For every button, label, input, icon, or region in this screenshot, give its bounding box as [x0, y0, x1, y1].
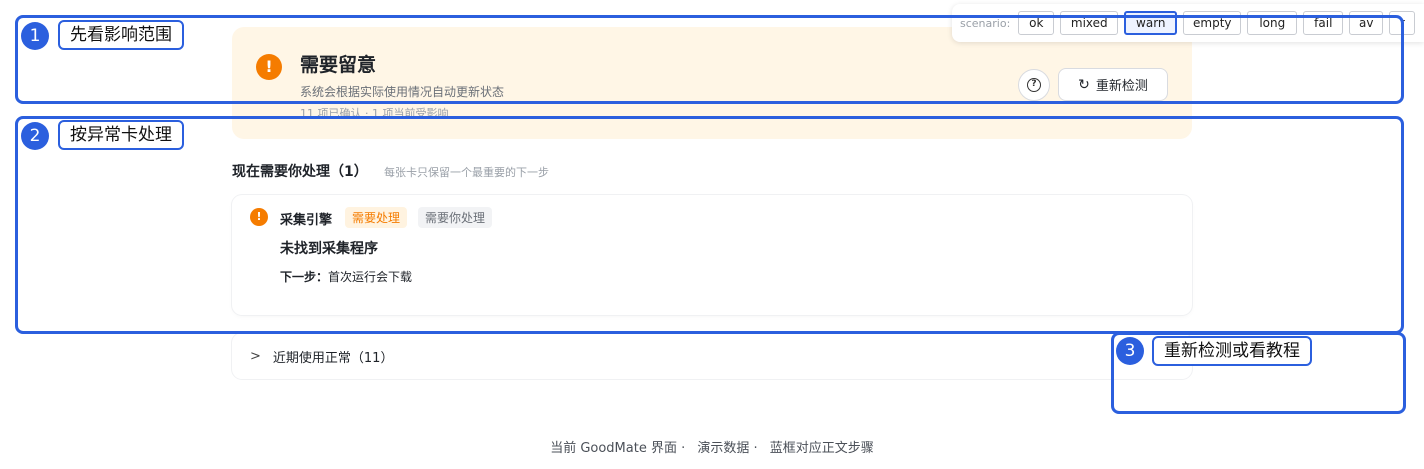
collapsed-label: 近期使用正常（11）: [272, 350, 394, 366]
annotation-label-1: 先看影响范围: [58, 20, 184, 50]
collapsed-normal-group[interactable]: > 近期使用正常（11）: [232, 333, 1192, 379]
annotation-label-2: 按异常卡处理: [58, 120, 184, 150]
annotation-number-2: 2: [21, 122, 49, 150]
annotation-number-3: 3: [1116, 337, 1144, 365]
annotation-number-1: 1: [21, 22, 49, 50]
annotation-label-3: 重新检测或看教程: [1152, 336, 1312, 366]
footer: 当前 GoodMate 界面 · 演示数据 · 蓝框对应正文步骤: [0, 437, 1424, 456]
annotation-box-1: [15, 15, 1404, 104]
footer-part-2: 演示数据 ·: [697, 441, 758, 456]
annotation-box-2: [15, 116, 1404, 334]
chevron-right-icon: >: [250, 348, 261, 364]
footer-part-3: 蓝框对应正文步骤: [769, 441, 874, 456]
footer-part-1: 当前 GoodMate 界面 ·: [550, 441, 686, 456]
